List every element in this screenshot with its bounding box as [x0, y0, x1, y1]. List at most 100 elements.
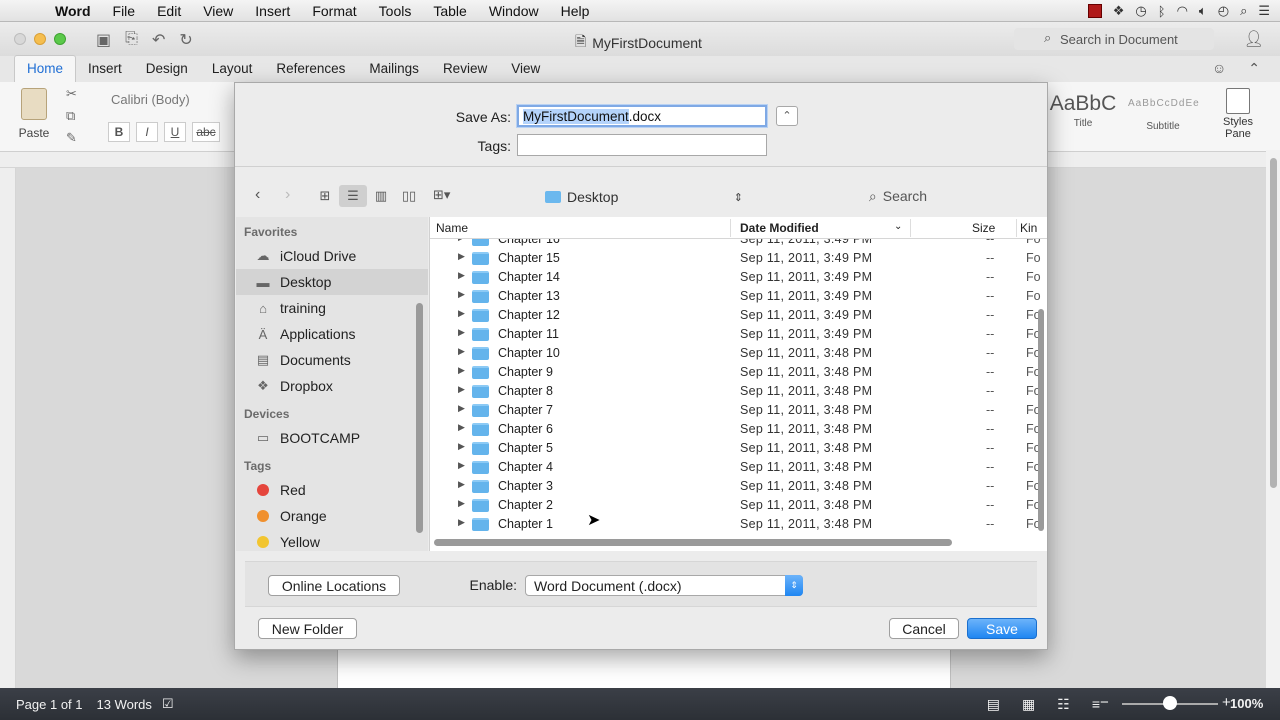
spotlight-icon[interactable]: ⌕ — [1240, 3, 1247, 19]
style-subtitle[interactable]: AaBbCcDdEe Subtitle — [1128, 88, 1199, 146]
file-row[interactable]: ▶ Chapter 12 Sep 11, 2011, 3:49 PM -- Fo — [430, 306, 1047, 325]
save-as-input[interactable]: MyFirstDocument.docx — [517, 105, 767, 127]
column-kind-header[interactable]: Kin — [1020, 221, 1037, 235]
zoom-out-icon[interactable]: − — [1100, 694, 1109, 711]
bluetooth-icon[interactable]: ᛒ — [1158, 4, 1166, 19]
style-title[interactable]: AaBbC Title — [1048, 88, 1118, 146]
file-row[interactable]: ▶ Chapter 15 Sep 11, 2011, 3:49 PM -- Fo — [430, 249, 1047, 268]
menu-help[interactable]: Help — [550, 3, 601, 19]
column-size-header[interactable]: Size — [972, 221, 995, 235]
online-locations-button[interactable]: Online Locations — [268, 575, 400, 596]
disclosure-triangle-icon[interactable]: ▶ — [458, 498, 465, 509]
menu-insert[interactable]: Insert — [244, 3, 301, 19]
cut-icon[interactable]: ✂ — [66, 86, 77, 102]
underline-button[interactable]: U — [164, 122, 186, 142]
column-date-header[interactable]: Date Modified — [740, 221, 819, 235]
disclosure-triangle-icon[interactable]: ▶ — [458, 384, 465, 395]
collapse-ribbon-icon[interactable]: ⌃ — [1248, 60, 1260, 77]
menu-file[interactable]: File — [102, 3, 147, 19]
menu-window[interactable]: Window — [478, 3, 550, 19]
sidebar-tag-yellow[interactable]: Yellow — [236, 529, 428, 551]
menu-format[interactable]: Format — [301, 3, 367, 19]
tags-input[interactable] — [517, 134, 767, 156]
menu-table[interactable]: Table — [422, 3, 477, 19]
sidebar-tag-red[interactable]: Red — [236, 477, 428, 503]
list-view-icon[interactable]: ☰ — [339, 185, 367, 207]
notification-list-icon[interactable]: ☰ — [1258, 3, 1270, 19]
disclosure-triangle-icon[interactable]: ▶ — [458, 270, 465, 281]
word-count[interactable]: 13 Words — [97, 697, 152, 712]
minimize-window-button[interactable] — [34, 33, 46, 45]
smiley-feedback-icon[interactable]: ☺ — [1212, 60, 1226, 77]
column-view-icon[interactable]: ▥ — [367, 185, 395, 207]
file-row[interactable]: ▶ Chapter 14 Sep 11, 2011, 3:49 PM -- Fo — [430, 268, 1047, 287]
disclosure-triangle-icon[interactable]: ▶ — [458, 460, 465, 471]
dialog-search-field[interactable]: ⌕ Search — [757, 185, 1039, 207]
icon-view-icon[interactable]: ⊞ — [311, 185, 339, 207]
file-row[interactable]: ▶ Chapter 3 Sep 11, 2011, 3:48 PM -- Fo — [430, 477, 1047, 496]
save-button[interactable]: Save — [967, 618, 1037, 639]
disclosure-triangle-icon[interactable]: ▶ — [458, 289, 465, 300]
forward-icon[interactable]: › — [285, 186, 290, 204]
file-row[interactable]: ▶ Chapter 2 Sep 11, 2011, 3:48 PM -- Fo — [430, 496, 1047, 515]
disclosure-triangle-icon[interactable]: ▶ — [458, 422, 465, 433]
tab-insert[interactable]: Insert — [76, 61, 134, 82]
new-folder-button[interactable]: New Folder — [258, 618, 357, 639]
redo-icon[interactable]: ↻ — [179, 30, 192, 50]
menu-view[interactable]: View — [192, 3, 244, 19]
bold-button[interactable]: B — [108, 122, 130, 142]
red-square-icon[interactable] — [1087, 4, 1102, 18]
undo-icon[interactable]: ↶ — [152, 30, 165, 50]
file-format-select[interactable]: Word Document (.docx) ⇕ — [525, 575, 803, 596]
web-layout-icon[interactable]: ▦ — [1022, 696, 1035, 713]
menu-tools[interactable]: Tools — [368, 3, 423, 19]
format-painter-icon[interactable]: ✎ — [66, 130, 77, 146]
file-list-vertical-scrollbar[interactable] — [1038, 309, 1044, 531]
open-folder-icon[interactable]: ⎘ — [125, 30, 138, 50]
italic-button[interactable]: I — [136, 122, 158, 142]
tab-design[interactable]: Design — [134, 61, 200, 82]
search-in-document-field[interactable]: ⌕ Search in Document — [1014, 28, 1214, 50]
expand-dialog-button[interactable]: ⌃ — [776, 106, 798, 126]
disclosure-triangle-icon[interactable]: ▶ — [458, 441, 465, 452]
tab-home[interactable]: Home — [14, 55, 77, 82]
tab-references[interactable]: References — [264, 61, 357, 82]
disclosure-triangle-icon[interactable]: ▶ — [458, 365, 465, 376]
sidebar-scrollbar[interactable] — [416, 303, 423, 533]
print-layout-icon[interactable]: ▤ — [987, 696, 1000, 713]
tab-review[interactable]: Review — [431, 61, 499, 82]
dropbox-icon[interactable]: ❖ — [1113, 3, 1125, 19]
time-machine-icon[interactable]: ◷ — [1135, 3, 1146, 19]
disclosure-triangle-icon[interactable]: ▶ — [458, 346, 465, 357]
strikethrough-button[interactable]: abc — [192, 122, 220, 142]
paste-button[interactable]: Paste — [14, 86, 54, 140]
disclosure-triangle-icon[interactable]: ▶ — [458, 517, 465, 528]
zoom-slider-knob[interactable] — [1163, 696, 1177, 710]
save-icon[interactable]: ▣ — [96, 30, 111, 50]
disclosure-triangle-icon[interactable]: ▶ — [458, 403, 465, 414]
tab-mailings[interactable]: Mailings — [357, 61, 431, 82]
file-row[interactable]: ▶ Chapter 1 Sep 11, 2011, 3:48 PM -- Fo — [430, 515, 1047, 534]
outline-view-icon[interactable]: ☷ — [1057, 696, 1070, 713]
volume-icon[interactable]: 🔈︎ — [1199, 3, 1207, 19]
document-scrollbar[interactable] — [1266, 150, 1280, 688]
sidebar-item-documents[interactable]: ▤ Documents — [236, 347, 428, 373]
file-row[interactable]: ▶ Chapter 4 Sep 11, 2011, 3:48 PM -- Fo — [430, 458, 1047, 477]
clock-icon[interactable]: ◴ — [1218, 3, 1229, 19]
sidebar-item-bootcamp[interactable]: ▭ BOOTCAMP — [236, 425, 428, 451]
menu-edit[interactable]: Edit — [146, 3, 192, 19]
disclosure-triangle-icon[interactable]: ▶ — [458, 479, 465, 490]
tab-layout[interactable]: Layout — [200, 61, 265, 82]
file-row[interactable]: ▶ Chapter 10 Sep 11, 2011, 3:48 PM -- Fo — [430, 344, 1047, 363]
disclosure-triangle-icon[interactable]: ▶ — [458, 251, 465, 262]
disclosure-triangle-icon[interactable]: ▶ — [458, 308, 465, 319]
sidebar-item-training[interactable]: ⌂ training — [236, 295, 428, 321]
styles-pane-button[interactable]: Styles Pane — [1216, 88, 1260, 140]
proofing-icon[interactable]: ☑ — [162, 696, 174, 712]
file-row[interactable]: ▶ Chapter 13 Sep 11, 2011, 3:49 PM -- Fo — [430, 287, 1047, 306]
disclosure-triangle-icon[interactable]: ▶ — [458, 327, 465, 338]
location-popup[interactable]: Desktop ⇕ — [545, 187, 743, 207]
document-scroll-thumb[interactable] — [1270, 158, 1277, 488]
copy-icon[interactable]: ⧉ — [66, 108, 77, 124]
close-window-button[interactable] — [14, 33, 26, 45]
